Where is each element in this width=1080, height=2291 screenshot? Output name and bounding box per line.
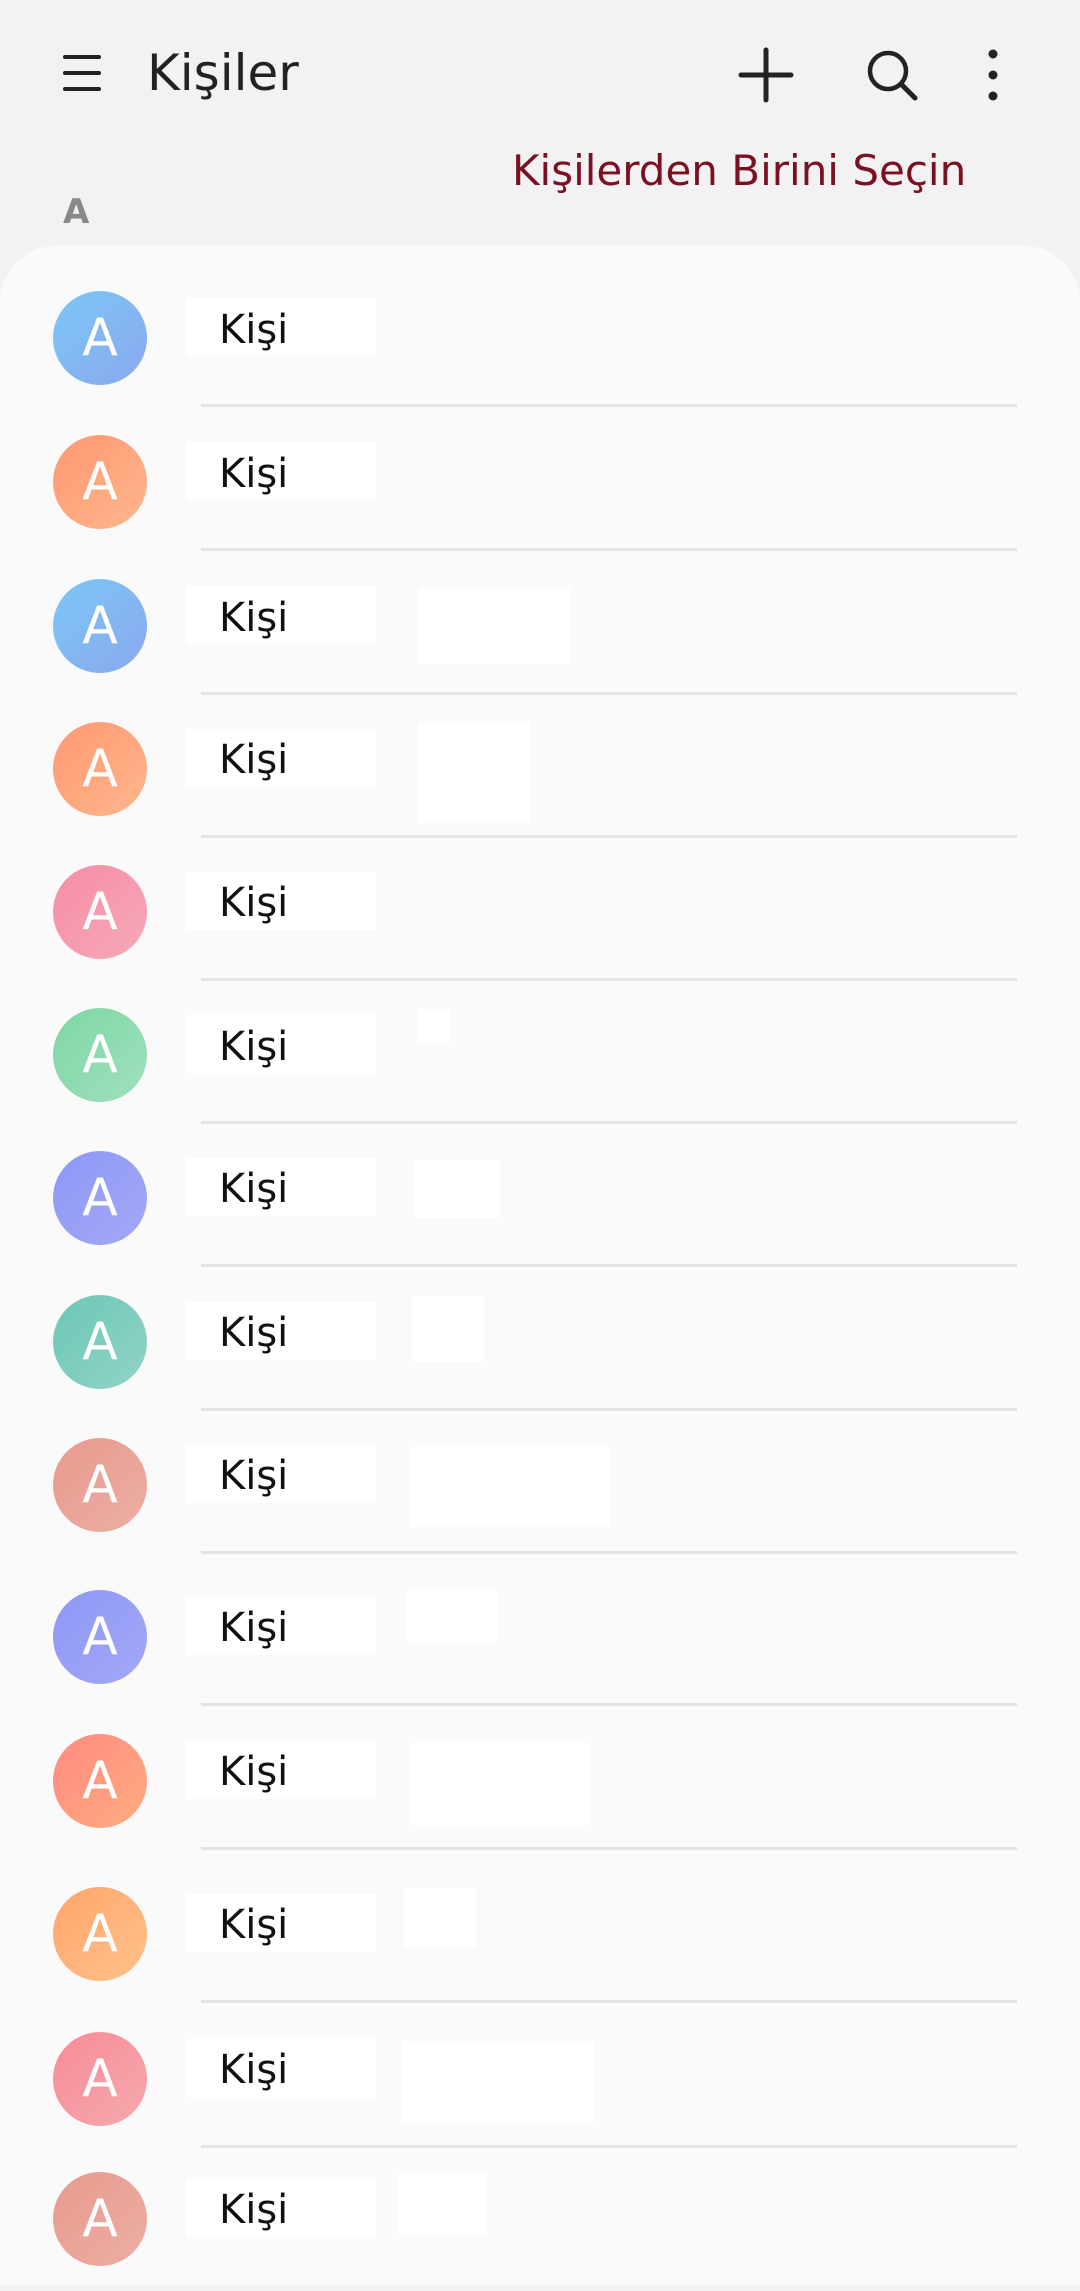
top-bar: Kişiler [0,0,1080,150]
contact-name: Kişi [219,1749,289,1795]
contact-avatar: A [53,579,147,673]
contact-name: Kişi [219,737,289,783]
row-divider [201,1551,1017,1554]
contact-avatar: A [53,865,147,959]
contact-row[interactable]: A Kişi [0,983,1080,1127]
blank-detail-box [418,1009,450,1043]
avatar-initial: A [82,882,118,942]
avatar-initial: A [82,1312,118,1372]
contact-avatar: A [53,1295,147,1389]
page-title: Kişiler [147,44,299,102]
contact-name: Kişi [219,2187,289,2233]
row-divider [201,1703,1017,1706]
row-divider [201,978,1017,981]
contact-name: Kişi [219,1024,289,1070]
row-divider [201,835,1017,838]
avatar-initial: A [82,1455,118,1515]
avatar-initial: A [82,452,118,512]
blank-detail-box [418,723,530,823]
contact-name: Kişi [219,307,289,353]
row-divider [201,692,1017,695]
blank-detail-box [404,1888,476,1948]
contact-name: Kişi [219,1166,289,1212]
contact-name: Kişi [219,595,289,641]
avatar-initial: A [82,1607,118,1667]
contact-row[interactable]: A Kişi [0,1126,1080,1270]
avatar-initial: A [82,1025,118,1085]
contact-name: Kişi [219,880,289,926]
contact-row[interactable]: A Kişi [0,1270,1080,1414]
more-vertical-icon [988,49,998,101]
contact-avatar: A [53,1887,147,1981]
contact-avatar: A [53,2172,147,2266]
row-divider [201,548,1017,551]
search-icon [867,50,918,101]
avatar-initial: A [82,1904,118,1964]
contact-row[interactable]: A Kişi [0,266,1080,410]
blank-detail-box [410,1447,610,1527]
contact-avatar: A [53,291,147,385]
section-header-letter: A [63,192,90,232]
contact-avatar: A [53,1008,147,1102]
row-divider [201,1264,1017,1267]
avatar-initial: A [82,596,118,656]
row-divider [201,2000,1017,2003]
contact-name: Kişi [219,1310,289,1356]
contact-row[interactable]: A Kişi [0,1709,1080,1853]
hamburger-menu-icon[interactable] [55,45,115,105]
contact-avatar: A [53,1151,147,1245]
contact-avatar: A [53,722,147,816]
contact-row[interactable]: A Kişi [0,1413,1080,1557]
contact-row[interactable]: A Kişi [0,840,1080,984]
contact-name: Kişi [219,1902,289,1948]
row-divider [201,1408,1017,1411]
contact-avatar: A [53,1590,147,1684]
contact-name: Kişi [219,2047,289,2093]
blank-detail-box [418,588,570,664]
avatar-initial: A [82,1168,118,1228]
avatar-initial: A [82,1751,118,1811]
contact-row[interactable]: A Kişi [0,2147,1080,2291]
row-divider [201,404,1017,407]
row-divider [201,1847,1017,1850]
contacts-list: A Kişi A Kişi A Kişi A Kişi A Kişi A Kişi A Kişi A Kişi… [0,246,1080,2286]
blank-detail-box [412,1296,484,1362]
blank-detail-box [414,1160,500,1218]
contact-row[interactable]: A Kişi [0,1862,1080,2006]
contact-row[interactable]: A Kişi [0,554,1080,698]
contact-row[interactable]: A Kişi [0,2007,1080,2151]
blank-detail-box [398,2173,486,2235]
more-options-button[interactable] [958,40,1028,110]
contact-row[interactable]: A Kişi [0,1565,1080,1709]
contact-name: Kişi [219,1605,289,1651]
plus-icon [738,47,794,103]
contact-avatar: A [53,435,147,529]
avatar-initial: A [82,739,118,799]
select-contact-prompt: Kişilerden Birini Seçin [512,146,967,195]
avatar-initial: A [82,2049,118,2109]
contact-avatar: A [53,1438,147,1532]
contact-row[interactable]: A Kişi [0,697,1080,841]
contact-avatar: A [53,2032,147,2126]
contact-name: Kişi [219,451,289,497]
blank-detail-box [402,2041,594,2123]
row-divider [201,1121,1017,1124]
contact-name: Kişi [219,1453,289,1499]
blank-detail-box [406,1591,498,1641]
search-button[interactable] [857,40,927,110]
avatar-initial: A [82,308,118,368]
blank-detail-box [410,1743,590,1825]
avatar-initial: A [82,2189,118,2249]
add-contact-button[interactable] [731,40,801,110]
contact-avatar: A [53,1734,147,1828]
contact-row[interactable]: A Kişi [0,410,1080,554]
